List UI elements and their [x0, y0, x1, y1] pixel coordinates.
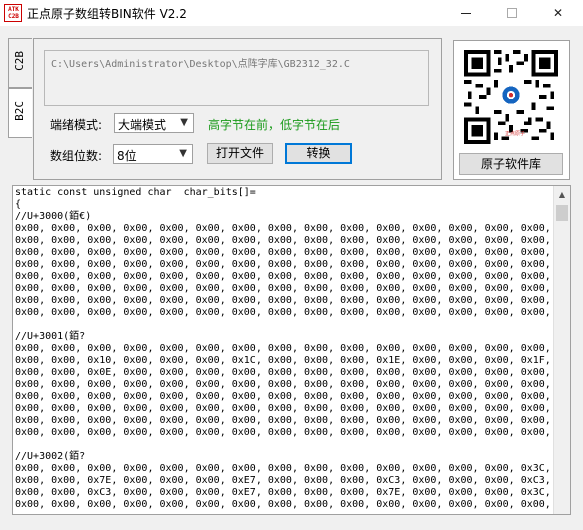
chevron-down-icon: ▼: [180, 117, 188, 128]
code-line: 0x00, 0x00, 0x00, 0x00, 0x00, 0x00, 0x00…: [15, 223, 571, 234]
code-line: 0x00, 0x00, 0x00, 0x00, 0x00, 0x00, 0x00…: [15, 247, 571, 258]
qr-panel: 正点原子 原子软件库: [453, 40, 570, 180]
endian-hint: 高字节在前，低字节在后: [208, 118, 341, 132]
qr-logo-label: 正点原子: [505, 131, 526, 137]
code-line: 0x00, 0x00, 0x0E, 0x00, 0x00, 0x00, 0x00…: [15, 367, 571, 378]
width-select-value: 8位: [117, 149, 137, 163]
settings-panel: C:\Users\Administrator\Desktop\点阵字库\GB23…: [33, 38, 442, 180]
code-line: 0x00, 0x00, 0x00, 0x00, 0x00, 0x00, 0x00…: [15, 379, 571, 390]
minimize-icon: [461, 12, 471, 14]
width-select[interactable]: 8位 ▼: [113, 144, 193, 164]
code-line: //U+3001(銆?: [15, 331, 86, 342]
width-label: 数组位数:: [50, 149, 103, 163]
file-path-field[interactable]: C:\Users\Administrator\Desktop\点阵字库\GB23…: [44, 50, 429, 106]
output-textarea[interactable]: static const unsigned char char_bits[]={…: [12, 185, 571, 515]
code-line: 0x00, 0x00, 0x00, 0x00, 0x00, 0x00, 0x00…: [15, 235, 571, 246]
code-line: 0x00, 0x00, 0x7E, 0x00, 0x00, 0x00, 0xE7…: [15, 475, 571, 486]
code-line: {: [15, 199, 22, 210]
file-path-text: C:\Users\Administrator\Desktop\点阵字库\GB23…: [51, 59, 350, 70]
title-bar: ATK C2B 正点原子数组转BIN软件 V2.2 ✕: [0, 0, 583, 26]
code-line: 0x00, 0x00, 0x00, 0x00, 0x00, 0x00, 0x00…: [15, 463, 571, 474]
close-button[interactable]: ✕: [535, 0, 581, 26]
code-line: //U+3002(銆?: [15, 451, 86, 462]
app-icon: ATK C2B: [4, 4, 22, 22]
tab-c2b-label: C2B: [13, 51, 26, 71]
endian-select[interactable]: 大端模式 ▼: [114, 113, 194, 133]
chevron-down-icon: ▼: [179, 148, 187, 159]
code-line: 0x00, 0x00, 0x00, 0x00, 0x00, 0x00, 0x00…: [15, 403, 571, 414]
open-file-button[interactable]: 打开文件: [207, 143, 273, 164]
code-line: //U+3000(銆€): [15, 211, 92, 222]
endian-select-value: 大端模式: [118, 118, 167, 132]
code-line: 0x00, 0x00, 0x00, 0x00, 0x00, 0x00, 0x00…: [15, 271, 571, 282]
atom-software-library-button[interactable]: 原子软件库: [459, 153, 563, 175]
code-line: static const unsigned char char_bits[]=: [15, 187, 256, 198]
app-icon-line-1: ATK: [8, 6, 19, 13]
code-line: 0x00, 0x00, 0x00, 0x00, 0x00, 0x00, 0x00…: [15, 427, 571, 438]
output-text: static const unsigned char char_bits[]={…: [15, 187, 571, 511]
close-icon: ✕: [552, 6, 564, 20]
maximize-button[interactable]: [489, 0, 535, 26]
tab-b2c[interactable]: B2C: [8, 88, 32, 138]
code-line: 0x00, 0x00, 0x10, 0x00, 0x00, 0x00, 0x1C…: [15, 355, 571, 366]
app-icon-line-2: C2B: [8, 13, 19, 20]
code-line: 0x00, 0x00, 0x00, 0x00, 0x00, 0x00, 0x00…: [15, 415, 571, 426]
code-line: 0x00, 0x00, 0xC3, 0x00, 0x00, 0x00, 0xE7…: [15, 487, 571, 498]
code-line: 0x00, 0x00, 0x00, 0x00, 0x00, 0x00, 0x00…: [15, 307, 571, 318]
scroll-up-icon[interactable]: ▲: [554, 186, 570, 203]
minimize-button[interactable]: [443, 0, 489, 26]
window-title: 正点原子数组转BIN软件 V2.2: [27, 7, 187, 21]
vertical-scrollbar[interactable]: ▲: [553, 186, 570, 514]
code-line: 0x00, 0x00, 0x00, 0x00, 0x00, 0x00, 0x00…: [15, 295, 571, 306]
scrollbar-thumb[interactable]: [556, 205, 568, 221]
convert-button[interactable]: 转换: [285, 143, 352, 164]
endian-label: 端绪模式:: [50, 118, 103, 132]
tab-c2b[interactable]: C2B: [8, 38, 32, 88]
tab-b2c-label: B2C: [13, 101, 26, 121]
code-line: 0x00, 0x00, 0x00, 0x00, 0x00, 0x00, 0x00…: [15, 283, 571, 294]
code-line: 0x00, 0x00, 0x00, 0x00, 0x00, 0x00, 0x00…: [15, 499, 571, 510]
mode-tabs: C2B B2C: [8, 36, 32, 184]
code-line: 0x00, 0x00, 0x00, 0x00, 0x00, 0x00, 0x00…: [15, 343, 571, 354]
code-line: 0x00, 0x00, 0x00, 0x00, 0x00, 0x00, 0x00…: [15, 259, 571, 270]
maximize-icon: [507, 8, 517, 18]
code-line: 0x00, 0x00, 0x00, 0x00, 0x00, 0x00, 0x00…: [15, 391, 571, 402]
